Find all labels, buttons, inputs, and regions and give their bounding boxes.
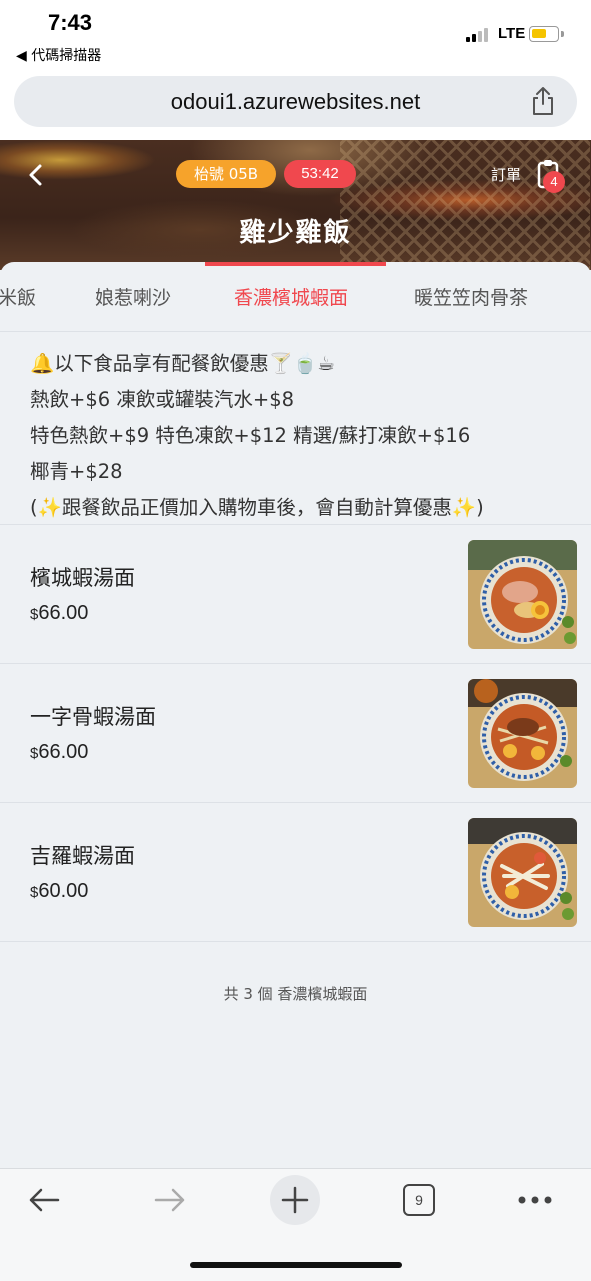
price-value: 66.00 [38,741,89,763]
food-photo[interactable] [468,540,577,649]
store-title: 雞少雞飯 [239,218,352,248]
back-arrow-icon[interactable] [26,1185,62,1215]
battery-icon [529,26,559,42]
item-count-footer: 共 3 個 香濃檳城蝦面 [223,985,368,1003]
tab-bak-kut-teh[interactable]: 暖笠笠肉骨茶 [414,283,528,310]
more-options-icon[interactable] [517,1195,553,1205]
item-price: $66.00 [30,741,88,764]
promo-line: 椰青+$28 [30,460,123,483]
menu-item[interactable]: 檳城蝦湯面 $66.00 [0,525,591,664]
food-photo[interactable] [468,818,577,927]
browser-url-area: odoui1.azurewebsites.net [0,70,591,140]
url-text[interactable]: odoui1.azurewebsites.net [14,89,577,115]
timer-badge: 53:42 [284,160,356,188]
food-photo[interactable] [468,679,577,788]
store-header: 枱號 05B 53:42 訂單 4 雞少雞飯 [0,140,591,270]
order-label[interactable]: 訂單 [491,164,521,185]
item-name: 檳城蝦湯面 [30,566,135,590]
tab-nyonya-laksa[interactable]: 娘惹喇沙 [95,283,171,310]
status-time: 7:43 [48,10,93,35]
tab-rice[interactable]: 米飯 [0,283,36,310]
home-indicator[interactable] [190,1262,402,1268]
item-name: 一字骨蝦湯面 [30,705,156,729]
signal-icon [466,28,488,42]
item-price: $60.00 [30,880,88,903]
item-price: $66.00 [30,602,88,625]
item-name: 吉羅蝦湯面 [30,844,135,868]
menu-panel: 米飯 娘惹喇沙 香濃檳城蝦面 暖笠笠肉骨茶 🔔以下食品享有配餐飲優惠🍸🍵☕ 熱飲… [0,262,591,1168]
promo-line: 🔔以下食品享有配餐飲優惠🍸🍵☕ [30,352,335,375]
back-chevron-icon[interactable] [22,160,52,190]
promo-line: 熱飲+$6 凍飲或罐裝汽水+$8 [30,388,295,411]
network-label: LTE [498,25,526,42]
promo-notice: 🔔以下食品享有配餐飲優惠🍸🍵☕ 熱飲+$6 凍飲或罐裝汽水+$8 特色熱飲+$9… [0,332,591,525]
category-tabs: 米飯 娘惹喇沙 香濃檳城蝦面 暖笠笠肉骨茶 [0,262,591,332]
active-tab-indicator [205,262,386,266]
new-tab-plus-icon[interactable] [269,1174,321,1226]
back-to-app-link[interactable]: ◀ 代碼掃描器 [16,45,101,65]
share-icon[interactable] [529,86,557,116]
address-bar[interactable]: odoui1.azurewebsites.net [14,76,577,127]
status-bar: 7:43 ◀ 代碼掃描器 LTE [0,0,591,70]
tab-penang-prawn-noodle[interactable]: 香濃檳城蝦面 [234,283,348,310]
table-number-badge: 枱號 05B [176,160,276,188]
tab-switcher-button[interactable]: 9 [403,1184,435,1216]
menu-item[interactable]: 一字骨蝦湯面 $66.00 [0,664,591,803]
price-value: 60.00 [38,880,89,902]
forward-arrow-icon[interactable] [152,1185,188,1215]
price-value: 66.00 [38,602,89,624]
promo-line: 特色熱飲+$9 特色凍飲+$12 精選/蘇打凍飲+$16 [30,424,471,447]
promo-line: (✨跟餐飲品正價加入購物車後，會自動計算優惠✨) [30,496,484,519]
order-count-badge[interactable]: 4 [543,171,565,193]
menu-item[interactable]: 吉羅蝦湯面 $60.00 [0,803,591,942]
